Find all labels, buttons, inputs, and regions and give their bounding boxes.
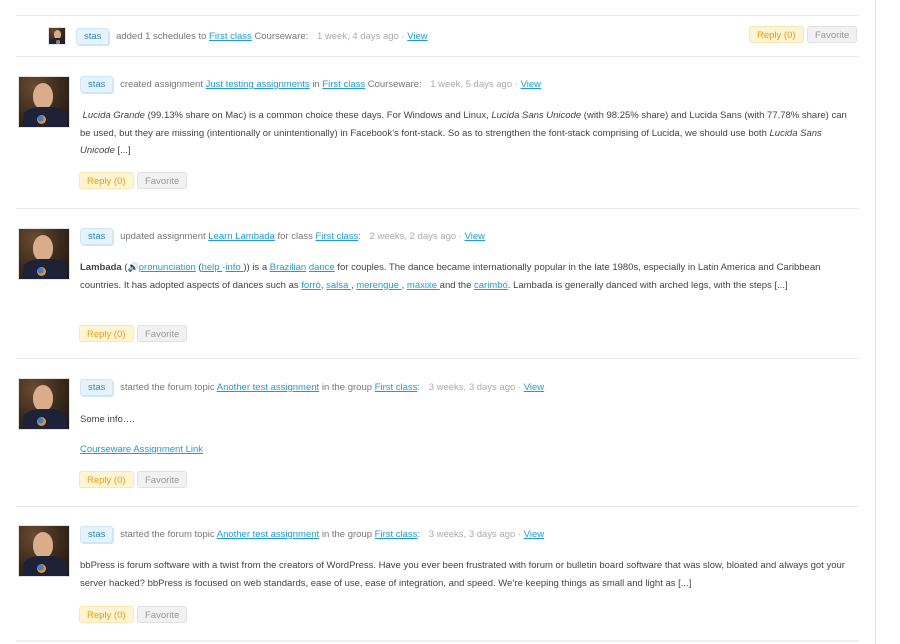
- user-badge[interactable]: stas: [80, 228, 114, 245]
- salsa-link[interactable]: salsa: [326, 280, 351, 291]
- content-text: Lucida Grande: [82, 110, 145, 121]
- activity-header: stas started the forum topic Another tes…: [80, 379, 544, 396]
- timestamp: 3 weeks, 3 days ago: [428, 529, 516, 540]
- activity-suffix: Courseware:: [254, 31, 309, 42]
- favorite-button[interactable]: Favorite: [137, 606, 188, 623]
- content-text: (99.13% share on Mac) is a common choice…: [144, 110, 492, 121]
- timestamp: 1 week, 5 days ago: [430, 79, 513, 90]
- activity-header: stas added 1 schedules to First class Co…: [76, 28, 428, 45]
- reply-button[interactable]: Reply (0): [79, 471, 134, 488]
- activity-item: stas added 1 schedules to First class Co…: [16, 16, 859, 56]
- maxixe-link[interactable]: maxixe: [407, 280, 440, 291]
- timestamp: 1 week, 4 days ago: [316, 31, 399, 42]
- view-link[interactable]: View: [524, 382, 544, 393]
- assignment-link[interactable]: Just testing assignments: [206, 79, 310, 90]
- activity-suffix: :: [417, 529, 421, 540]
- content-text: and the: [439, 279, 474, 291]
- activity-action: added 1 schedules to: [116, 31, 207, 42]
- content-text: Some info….: [80, 414, 135, 425]
- favorite-button[interactable]: Favorite: [137, 471, 188, 488]
- content-text: bbPress is forum software with a twist f…: [80, 560, 845, 589]
- user-avatar[interactable]: [18, 378, 70, 430]
- activity-suffix: :: [417, 382, 421, 393]
- content-right-border: [875, 0, 876, 644]
- timestamp: 2 weeks, 2 days ago: [369, 231, 457, 242]
- content-text: Lucida Sans Unicode: [491, 110, 582, 121]
- activity-header: stas started the forum topic Another tes…: [80, 526, 544, 543]
- view-link[interactable]: View: [521, 79, 541, 90]
- reply-button[interactable]: Reply (0): [749, 26, 804, 43]
- activity-item: stas updated assignment Learn Lambada fo…: [16, 209, 859, 358]
- content-text: . Lambada is generally danced with arche…: [507, 279, 788, 291]
- activity-suffix: Courseware:: [367, 79, 422, 90]
- info-link[interactable]: info: [225, 262, 243, 273]
- user-badge[interactable]: stas: [80, 379, 114, 396]
- activity-action: updated assignment: [120, 231, 206, 242]
- activity-mid: in the group: [321, 529, 373, 540]
- activity-header: stas updated assignment Learn Lambada fo…: [80, 228, 485, 245]
- favorite-button[interactable]: Favorite: [137, 325, 188, 342]
- view-link[interactable]: View: [465, 231, 485, 242]
- favorite-button[interactable]: Favorite: [807, 26, 858, 43]
- reply-button[interactable]: Reply (0): [79, 325, 134, 342]
- topic-link[interactable]: Another test assignment: [217, 529, 319, 540]
- content-title: Lambada: [80, 262, 122, 273]
- merengue-link[interactable]: merengue: [356, 280, 401, 291]
- activity-mid: in the group: [321, 382, 373, 393]
- group-link[interactable]: First class: [316, 231, 359, 242]
- pronunciation-link[interactable]: pronunciation: [139, 262, 196, 273]
- assignment-link[interactable]: Learn Lambada: [208, 231, 275, 242]
- activity-mid: in: [312, 79, 320, 90]
- carimbo-link[interactable]: carimbó: [474, 280, 508, 291]
- topic-link[interactable]: Another test assignment: [217, 382, 319, 393]
- content-text: )) is a: [243, 262, 270, 273]
- view-link[interactable]: View: [524, 529, 544, 540]
- view-link[interactable]: View: [407, 31, 427, 42]
- timestamp: 3 weeks, 3 days ago: [428, 382, 516, 393]
- separator-dot: ·: [401, 31, 405, 42]
- activity-content: Lambada (🔊pronunciation (help ·info )) i…: [80, 259, 850, 294]
- activity-action: created assignment: [120, 79, 203, 90]
- user-avatar[interactable]: [18, 76, 70, 128]
- user-badge[interactable]: stas: [80, 526, 114, 543]
- favorite-button[interactable]: Favorite: [137, 172, 188, 189]
- activity-action: started the forum topic: [120, 382, 215, 393]
- brazilian-link[interactable]: Brazilian: [270, 262, 306, 273]
- divider: [16, 640, 859, 642]
- activity-item: stas started the forum topic Another tes…: [16, 359, 859, 506]
- dance-link[interactable]: dance: [309, 262, 335, 273]
- speaker-icon[interactable]: 🔊: [128, 262, 139, 272]
- forro-link[interactable]: forró: [301, 280, 321, 291]
- activity-content: Some info….: [80, 411, 850, 429]
- user-avatar[interactable]: [48, 27, 66, 45]
- user-badge[interactable]: stas: [80, 76, 114, 93]
- activity-header: stas created assignment Just testing ass…: [80, 76, 541, 93]
- activity-mid: for class: [277, 231, 313, 242]
- reply-button[interactable]: Reply (0): [79, 606, 134, 623]
- separator-dot: ·: [514, 79, 518, 90]
- user-badge[interactable]: stas: [76, 28, 110, 45]
- content-text: [...]: [114, 145, 131, 156]
- group-link[interactable]: First class: [209, 31, 252, 42]
- activity-suffix: :: [358, 231, 361, 242]
- activity-item: stas started the forum topic Another tes…: [16, 507, 859, 641]
- reply-button[interactable]: Reply (0): [79, 172, 134, 189]
- activity-content: Lucida Grande (99.13% share on Mac) is a…: [80, 107, 850, 160]
- separator-dot: ·: [517, 382, 522, 393]
- separator-dot: ·: [517, 529, 522, 540]
- group-link[interactable]: First class: [375, 382, 418, 393]
- group-link[interactable]: First class: [322, 79, 365, 90]
- activity-content: bbPress is forum software with a twist f…: [80, 557, 850, 592]
- user-avatar[interactable]: [18, 525, 70, 577]
- activity-item: stas created assignment Just testing ass…: [16, 57, 859, 208]
- courseware-assignment-link[interactable]: Courseware Assignment Link: [80, 444, 203, 455]
- activity-action: started the forum topic: [120, 529, 215, 540]
- user-avatar[interactable]: [18, 228, 70, 280]
- separator-dot: ·: [458, 231, 462, 242]
- group-link[interactable]: First class: [375, 529, 418, 540]
- activity-content-link-row: Courseware Assignment Link: [80, 441, 850, 459]
- help-link[interactable]: help: [202, 262, 223, 273]
